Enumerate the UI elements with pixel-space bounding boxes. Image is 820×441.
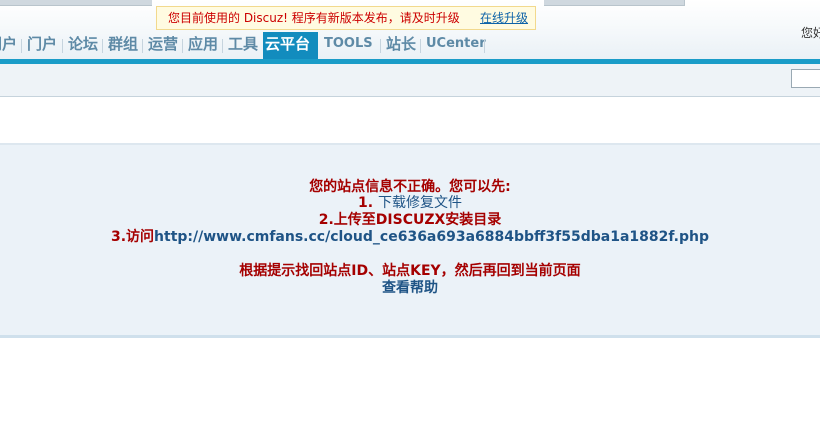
upgrade-notice-message: 您目前使用的 Discuz! 程序有新版本发布，请及时升级 [168, 11, 460, 25]
search-input[interactable] [791, 69, 820, 88]
error-title: 您的站点信息不正确。您可以先: [309, 179, 511, 195]
cloud-url-link[interactable]: http://www.cmfans.cc/cloud_ce636a693a688… [154, 229, 709, 245]
header-tab-edge [544, 0, 685, 6]
step-1-number: 1. [358, 195, 374, 211]
upgrade-notice: 您目前使用的 Discuz! 程序有新版本发布，请及时升级 在线升级 [156, 6, 536, 30]
step-2: 2.上传至DISCUZX安装目录 [318, 212, 502, 228]
admin-page: 您目前使用的 Discuz! 程序有新版本发布，请及时升级 在线升级 您好 门户… [0, 0, 820, 441]
nav-item-ucenter[interactable]: UCenter [423, 32, 489, 59]
nav-item-webmaster[interactable]: 站长 [383, 32, 419, 59]
nav-item-forum[interactable]: 论坛 [65, 32, 101, 59]
nav-separator [484, 39, 485, 53]
nav-item-portal-partial[interactable]: 门户 [0, 32, 20, 59]
header-tab-edge [0, 0, 152, 6]
nav-item-apps[interactable]: 应用 [185, 32, 221, 59]
nav-separator [102, 39, 103, 53]
nav-separator [222, 39, 223, 53]
view-help-link[interactable]: 查看帮助 [0, 280, 820, 297]
nav-separator [62, 39, 63, 53]
instruction-text: 根据提示找回站点ID、站点KEY，然后再回到当前页面 [239, 263, 581, 279]
nav-separator [21, 39, 22, 53]
nav-item-tools-en[interactable]: TOOLS [321, 32, 376, 59]
nav-item-cloud[interactable]: 云平台 [263, 32, 318, 59]
nav-item-tools[interactable]: 工具 [225, 32, 261, 59]
nav-item-group[interactable]: 群组 [105, 32, 141, 59]
nav-separator [142, 39, 143, 53]
sub-header-bar [0, 64, 820, 97]
download-fix-file-link[interactable]: 下载修复文件 [378, 195, 462, 211]
step-3: 3.访问http://www.cmfans.cc/cloud_ce636a693… [0, 229, 820, 246]
upgrade-online-link[interactable]: 在线升级 [480, 7, 528, 29]
main-nav: 门户 门户 论坛 群组 运营 应用 工具 云平台 TOOLS 站长 UCente… [0, 32, 820, 59]
nav-item-operation[interactable]: 运营 [145, 32, 181, 59]
nav-separator [380, 39, 381, 53]
nav-separator [182, 39, 183, 53]
nav-separator [420, 39, 421, 53]
step-3-prefix: 3.访问 [110, 229, 155, 245]
nav-item-portal[interactable]: 门户 [24, 32, 60, 59]
step-1: 1. 下载修复文件 [0, 195, 820, 212]
cloud-info-box: 您的站点信息不正确。您可以先: 1. 下载修复文件 2.上传至DISCUZX安装… [0, 143, 820, 338]
